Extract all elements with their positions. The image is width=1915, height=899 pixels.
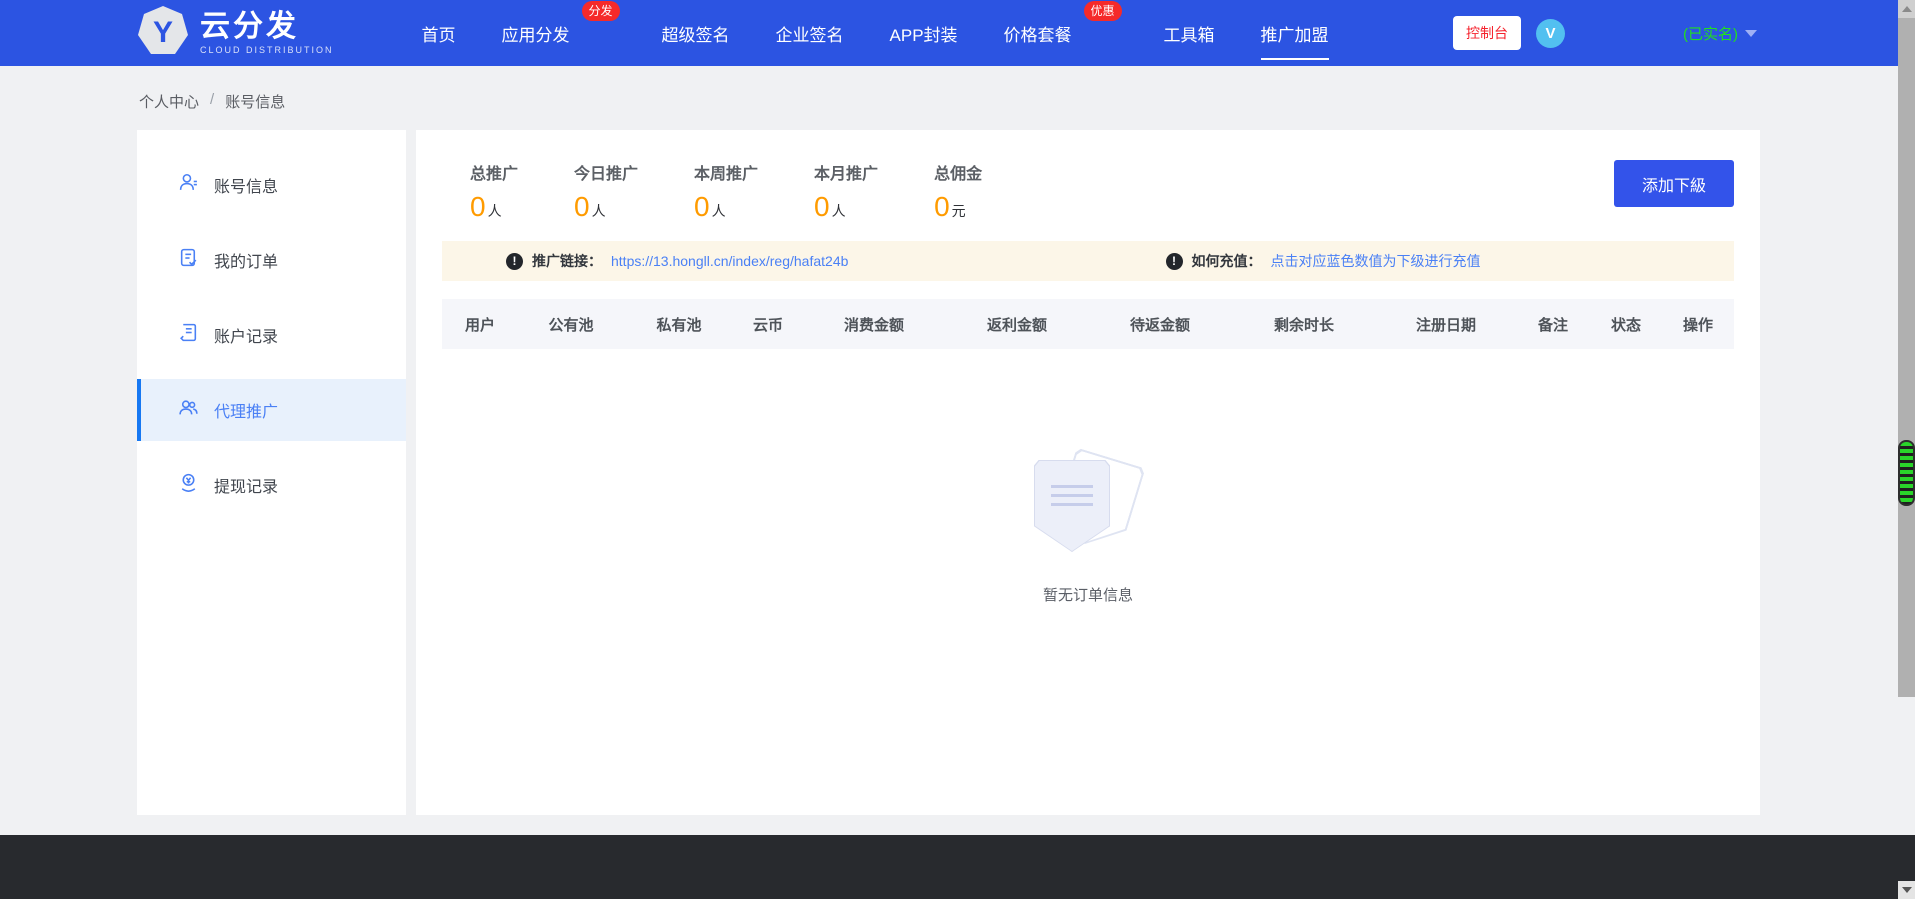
- stat-today-promotion: 今日推广 0人: [574, 166, 639, 222]
- breadcrumb-account-info: 账号信息: [225, 94, 286, 111]
- stat-value: 0: [814, 191, 830, 222]
- empty-state: 暂无订单信息: [442, 454, 1734, 605]
- svg-text:Y: Y: [153, 16, 173, 49]
- sidebar-item-agent-promotion[interactable]: 代理推广: [137, 379, 406, 441]
- top-navbar: Y 云分发 CLOUD DISTRIBUTION 首页 应用分发 分发 超级签名…: [0, 0, 1915, 66]
- sidebar-item-label: 账户记录: [214, 329, 279, 346]
- nav-item-pricing[interactable]: 价格套餐 优惠: [1004, 0, 1122, 50]
- promotion-link-label: 推广链接：: [532, 253, 602, 269]
- record-book-icon: [178, 322, 199, 348]
- vertical-scrollbar: [1898, 0, 1915, 899]
- col-private-pool: 私有池: [656, 316, 702, 334]
- recharge-help-label: 如何充值：: [1191, 253, 1262, 269]
- nav-item-enterprise-signature[interactable]: 企业签名: [776, 17, 844, 50]
- main-panel: 总推广 0人 今日推广 0人 本周推广 0人 本月推广 0人 总佣金 0元 添加…: [416, 130, 1760, 815]
- empty-state-text: 暂无订单信息: [1042, 587, 1133, 604]
- sidebar-item-my-orders[interactable]: 我的订单: [137, 229, 406, 291]
- scrollbar-thumb[interactable]: [1898, 440, 1915, 506]
- empty-document-icon: [1032, 454, 1144, 560]
- info-icon: !: [506, 252, 523, 270]
- logo-polygon-icon: Y: [137, 5, 189, 62]
- user-status-dropdown[interactable]: (已实名): [1683, 23, 1757, 44]
- breadcrumb-separator: /: [210, 91, 215, 108]
- order-document-icon: [178, 247, 199, 273]
- sidebar-item-withdrawal-records[interactable]: 提现记录: [137, 454, 406, 516]
- scrollbar-track[interactable]: [1898, 0, 1915, 697]
- notice-banner: ! 推广链接： https://13.hongll.cn/index/reg/h…: [442, 241, 1734, 281]
- sidebar-item-label: 账号信息: [214, 179, 279, 196]
- promotion-link-section: ! 推广链接： https://13.hongll.cn/index/reg/h…: [442, 251, 1166, 271]
- page-footer: [0, 835, 1915, 899]
- agents-people-icon: [178, 397, 199, 423]
- promotion-stats: 总推广 0人 今日推广 0人 本周推广 0人 本月推广 0人 总佣金 0元: [470, 160, 982, 223]
- stat-week-promotion: 本周推广 0人: [694, 166, 759, 222]
- col-remark: 备注: [1537, 316, 1568, 334]
- scrollbar-down-arrow[interactable]: [1898, 881, 1915, 899]
- col-status: 状态: [1610, 316, 1641, 334]
- distribution-badge: 分发: [581, 0, 620, 21]
- col-public-pool: 公有池: [548, 316, 594, 334]
- col-consumption: 消费金额: [843, 316, 904, 334]
- stats-header-row: 总推广 0人 今日推广 0人 本周推广 0人 本月推广 0人 总佣金 0元 添加…: [442, 160, 1734, 223]
- col-actions: 操作: [1682, 316, 1713, 334]
- stat-total-commission: 总佣金 0元: [934, 166, 983, 222]
- sidebar-item-label: 提现记录: [214, 479, 279, 496]
- stat-value: 0: [694, 191, 710, 222]
- sidebar: 账号信息 我的订单 账户记录 代理推广 提现记录: [137, 130, 406, 815]
- col-pending-rebate: 待返金额: [1129, 316, 1190, 334]
- col-register-date: 注册日期: [1415, 316, 1476, 334]
- avatar[interactable]: V: [1536, 18, 1565, 48]
- sidebar-item-account-records[interactable]: 账户记录: [137, 304, 406, 366]
- subordinates-table-header: 用户 公有池 私有池 云币 消费金额 返利金额 待返金额 剩余时长 注册日期 备…: [442, 299, 1734, 349]
- main-nav: 首页 应用分发 分发 超级签名 企业签名 APP封装 价格套餐 优惠 工具箱 推…: [422, 0, 1375, 60]
- info-icon: !: [1165, 252, 1183, 270]
- stat-value: 0: [470, 191, 486, 222]
- nav-item-promotion-alliance[interactable]: 推广加盟: [1260, 17, 1329, 60]
- col-remaining-time: 剩余时长: [1273, 316, 1334, 334]
- chevron-down-icon: [1745, 29, 1757, 37]
- scrollbar-up-arrow[interactable]: [1898, 0, 1915, 18]
- navbar-right-group: 控制台 V (已实名): [1453, 16, 1757, 50]
- col-cloud-coin: 云币: [752, 316, 783, 334]
- breadcrumb: 个人中心 / 账号信息: [0, 66, 1915, 130]
- nav-item-toolbox[interactable]: 工具箱: [1164, 17, 1215, 50]
- nav-item-super-signature[interactable]: 超级签名: [662, 17, 730, 50]
- nav-item-app-packaging[interactable]: APP封装: [890, 17, 958, 50]
- logo-subtitle: CLOUD DISTRIBUTION: [200, 44, 334, 55]
- stat-month-promotion: 本月推广 0人: [814, 166, 879, 222]
- app-logo[interactable]: Y 云分发 CLOUD DISTRIBUTION: [137, 5, 334, 62]
- logo-title: 云分发: [200, 9, 299, 43]
- stat-value: 0: [934, 191, 950, 222]
- stat-total-promotion: 总推广 0人: [470, 166, 519, 222]
- sidebar-item-label: 我的订单: [214, 254, 279, 271]
- content-layout: 账号信息 我的订单 账户记录 代理推广 提现记录 总推广 0 人 今日推广 0 …: [137, 130, 1760, 815]
- breadcrumb-user-center[interactable]: 个人中心: [139, 91, 199, 130]
- col-rebate-amount: 返利金额: [986, 316, 1047, 334]
- recharge-help-link[interactable]: 点击对应蓝色数值为下级进行充值: [1271, 251, 1481, 271]
- stat-value: 0: [574, 191, 590, 222]
- nav-item-home[interactable]: 首页: [422, 17, 456, 50]
- sidebar-item-account-info[interactable]: 账号信息: [137, 154, 406, 216]
- recharge-help-section: ! 如何充值： 点击对应蓝色数值为下级进行充值: [1165, 251, 1481, 271]
- col-user: 用户: [464, 316, 495, 334]
- user-icon: [178, 172, 199, 198]
- withdraw-money-icon: [178, 472, 199, 498]
- promotion-link-url[interactable]: https://13.hongll.cn/index/reg/hafat24b: [611, 253, 848, 269]
- verified-status-label: (已实名): [1683, 25, 1738, 43]
- discount-badge: 优惠: [1083, 0, 1122, 21]
- nav-item-app-distribution[interactable]: 应用分发 分发: [502, 0, 620, 50]
- add-subordinate-button[interactable]: 添加下級: [1614, 160, 1734, 207]
- sidebar-item-label: 代理推广: [214, 404, 279, 421]
- console-button[interactable]: 控制台: [1453, 16, 1521, 50]
